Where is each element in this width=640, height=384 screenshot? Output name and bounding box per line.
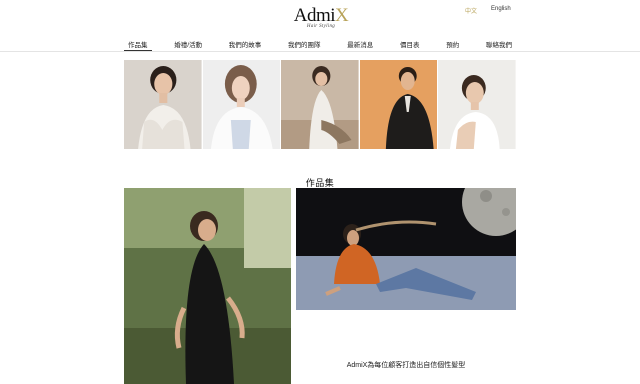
- brand-logo[interactable]: AdmiX Hair Styling: [293, 6, 349, 32]
- hero-photo-2[interactable]: [202, 60, 281, 149]
- hero-photo-strip: [124, 60, 516, 149]
- main-nav: 作品集 婚禮/活動 我們的故事 我們的團隊 最新消息 價目表 預約 聯絡我們: [124, 37, 516, 52]
- nav-item-contact[interactable]: 聯絡我們: [482, 37, 516, 51]
- nav-item-portfolio[interactable]: 作品集: [124, 37, 152, 52]
- language-english-link[interactable]: English: [491, 6, 511, 12]
- nav-item-wedding-events[interactable]: 婚禮/活動: [170, 37, 206, 51]
- language-chinese-link[interactable]: 中文: [465, 6, 477, 15]
- hero-photo-1[interactable]: [124, 60, 202, 149]
- nav-item-our-story[interactable]: 我們的故事: [225, 37, 266, 51]
- nav-item-news[interactable]: 最新消息: [343, 37, 377, 51]
- hero-photo-3[interactable]: [281, 60, 359, 149]
- logo-wordmark: AdmiX: [293, 5, 349, 26]
- hero-photo-5[interactable]: [438, 60, 516, 149]
- portfolio-photo-moon[interactable]: [296, 188, 516, 310]
- nav-divider: [0, 51, 640, 52]
- nav-item-our-team[interactable]: 我們的團隊: [284, 37, 325, 51]
- portfolio-photo-forest[interactable]: [124, 188, 291, 384]
- hero-photo-4[interactable]: [359, 60, 438, 149]
- nav-item-booking[interactable]: 預約: [442, 37, 463, 51]
- brand-tagline: AdmiX為每位顧客打造出自信個性髮型: [346, 362, 466, 369]
- nav-item-price-list[interactable]: 價目表: [396, 37, 424, 51]
